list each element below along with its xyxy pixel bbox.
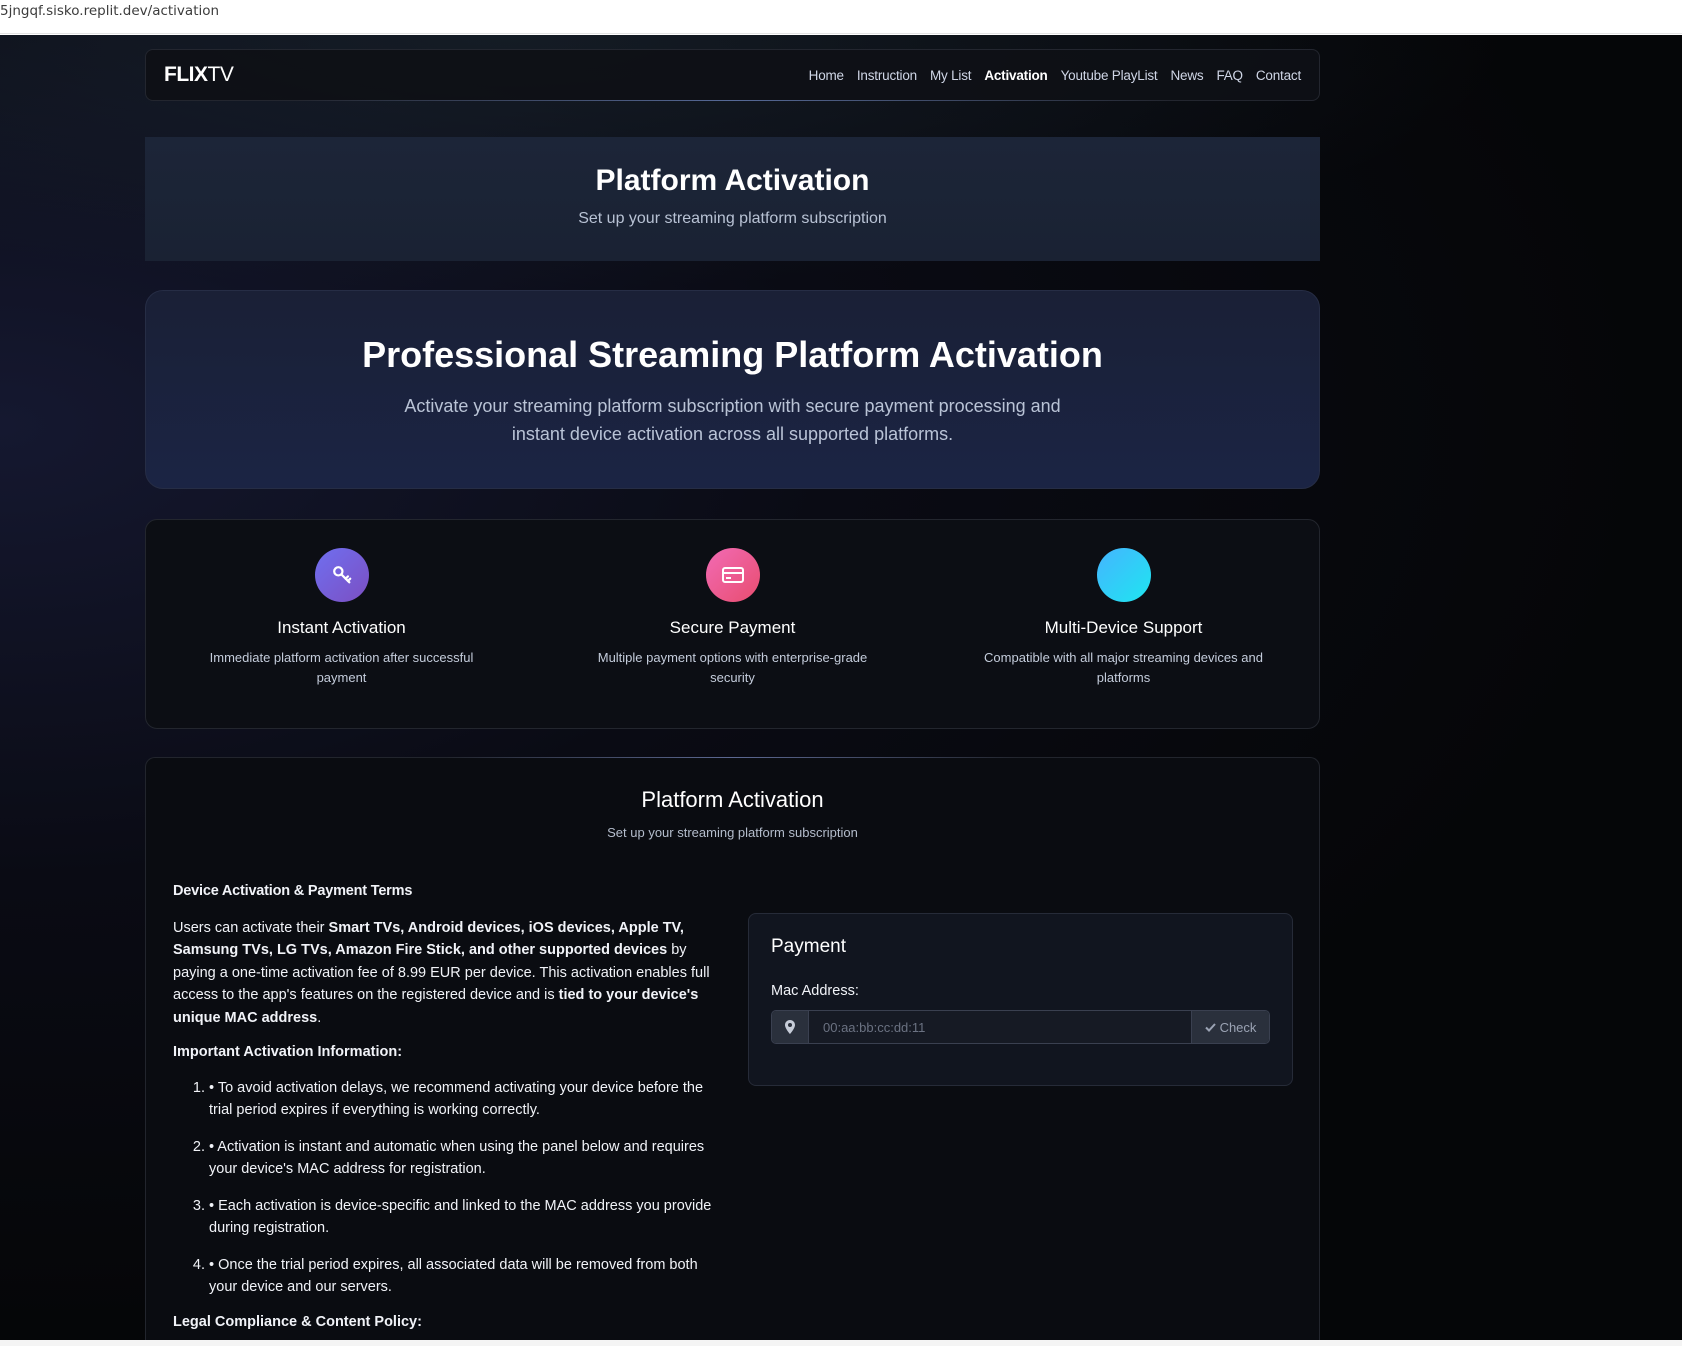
page-subtitle: Set up your streaming platform subscript… [578,210,887,227]
bottom-strip [0,1340,1682,1346]
feature-instant-activation: Instant Activation Immediate platform ac… [146,520,537,728]
feature-text: Multiple payment options with enterprise… [597,650,868,685]
feature-text: Immediate platform activation after succ… [209,650,474,685]
brand-logo[interactable]: FLIXTV [164,63,234,87]
mac-address-input-group: Check [771,1010,1270,1044]
feature-title: Secure Payment [669,618,796,637]
nav-links: Home Instruction My List Activation Yout… [809,68,1302,83]
features-card: Instant Activation Immediate platform ac… [145,519,1320,729]
list-item: • Once the trial period expires, all ass… [209,1254,713,1299]
feature-text: Compatible with all major streaming devi… [984,650,1263,685]
nav-link-my-list[interactable]: My List [930,68,972,83]
page-viewport: FLIXTV Home Instruction My List Activati… [0,35,1682,1340]
legal-heading: Legal Compliance & Content Policy: [173,1313,422,1330]
list-item: • Activation is instant and automatic wh… [209,1136,713,1181]
terms-heading: Device Activation & Payment Terms [173,883,413,899]
browser-address-bar[interactable]: 5jngqf.sisko.replit.dev/activation [0,0,1682,34]
browser-url[interactable]: 5jngqf.sisko.replit.dev/activation [0,3,219,19]
list-item: • Each activation is device-specific and… [209,1195,713,1240]
hero-title: Professional Streaming Platform Activati… [362,334,1103,375]
brand-bold: FLIX [164,63,208,86]
panel-title: Platform Activation [641,787,824,812]
nav-link-instruction[interactable]: Instruction [857,68,917,83]
check-button-label: Check [1219,1019,1257,1035]
mac-address-label: Mac Address: [771,983,859,999]
key-icon [314,548,369,602]
payment-title: Payment [771,936,846,957]
check-icon [1204,1022,1216,1032]
map-marker-icon [772,1011,809,1043]
panel-subtitle: Set up your streaming platform subscript… [607,825,858,840]
list-item: • To avoid activation delays, we recomme… [209,1077,713,1122]
mac-address-input[interactable] [809,1011,1191,1043]
navbar: FLIXTV Home Instruction My List Activati… [145,49,1320,101]
feature-title: Instant Activation [277,618,406,637]
feature-secure-payment: Secure Payment Multiple payment options … [537,520,928,728]
terms-intro: Users can activate their Smart TVs, Andr… [173,917,713,1030]
nav-link-contact[interactable]: Contact [1256,68,1301,83]
brand-light: TV [207,63,234,86]
terms-intro-text: Users can activate their [173,919,329,936]
nav-link-activation[interactable]: Activation [984,68,1047,83]
hero-description: Activate your streaming platform subscri… [404,396,1061,444]
important-heading: Important Activation Information: [173,1044,403,1060]
nav-link-youtube-playlist[interactable]: Youtube PlayList [1061,68,1158,83]
feature-multi-device: Multi-Device Support Compatible with all… [928,520,1319,728]
nav-link-faq[interactable]: FAQ [1216,68,1243,83]
hero-section: Professional Streaming Platform Activati… [145,290,1320,489]
nav-link-home[interactable]: Home [809,68,844,83]
page-header-banner: Platform Activation Set up your streamin… [145,137,1320,261]
terms-section: Device Activation & Payment Terms Users … [173,880,713,1333]
feature-title: Multi-Device Support [1044,618,1203,637]
nav-link-news[interactable]: News [1170,68,1203,83]
terms-intro-end: . [317,1009,322,1026]
activation-panel: Platform Activation Set up your streamin… [145,757,1320,1340]
important-list: • To avoid activation delays, we recomme… [173,1077,713,1299]
page-title: Platform Activation [595,164,870,197]
devices-icon [1096,548,1151,602]
check-button[interactable]: Check [1191,1011,1269,1043]
credit-card-icon [705,548,760,602]
payment-card: Payment Mac Address: Check [748,913,1293,1086]
